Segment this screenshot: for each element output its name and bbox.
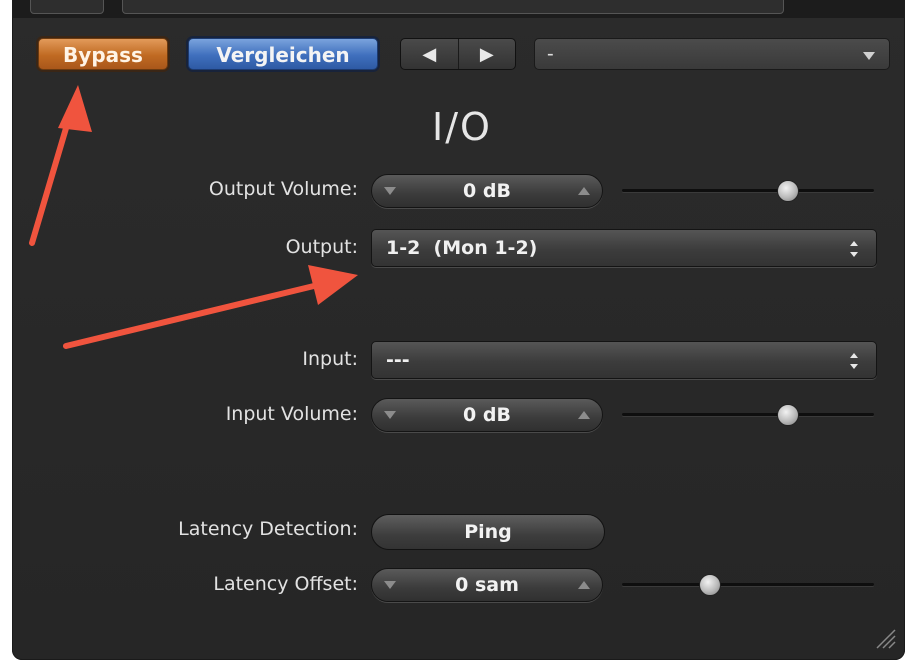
- input-volume-label: Input Volume:: [225, 403, 358, 425]
- input-label: Input:: [302, 348, 358, 370]
- plugin-window: [12, 0, 905, 660]
- preset-dropdown[interactable]: -: [534, 38, 890, 70]
- input-volume-slider[interactable]: [622, 404, 874, 426]
- compare-button[interactable]: Vergleichen: [188, 38, 378, 70]
- output-volume-label: Output Volume:: [208, 178, 358, 200]
- output-label: Output:: [285, 236, 358, 258]
- up-down-arrows-icon: [850, 241, 860, 257]
- output-volume-stepper[interactable]: 0 dB: [371, 174, 603, 208]
- slider-thumb[interactable]: [777, 404, 800, 426]
- ping-button[interactable]: Ping: [371, 514, 605, 550]
- bypass-button[interactable]: Bypass: [38, 38, 168, 70]
- preset-nav-group: ◀ ▶: [400, 38, 516, 70]
- triangle-right-icon: ▶: [479, 44, 494, 64]
- resize-grip-icon[interactable]: [873, 626, 897, 650]
- latency-detection-label: Latency Detection:: [178, 518, 358, 540]
- latency-offset-stepper[interactable]: 0 sam: [371, 568, 603, 602]
- input-value: ---: [386, 349, 410, 371]
- output-volume-slider[interactable]: [622, 180, 874, 202]
- chevron-down-icon: [863, 52, 875, 60]
- output-value: 1-2 (Mon 1-2): [386, 237, 538, 259]
- latency-offset-slider[interactable]: [622, 574, 874, 596]
- up-down-arrows-icon: [850, 353, 860, 369]
- triangle-left-icon: ◀: [422, 44, 437, 64]
- slider-thumb[interactable]: [699, 574, 722, 596]
- output-select[interactable]: 1-2 (Mon 1-2): [371, 229, 877, 267]
- next-preset-button[interactable]: ▶: [457, 39, 516, 69]
- input-volume-stepper[interactable]: 0 dB: [371, 398, 603, 432]
- triangle-down-icon[interactable]: [384, 187, 396, 195]
- preset-value: -: [547, 43, 554, 65]
- top-control-left[interactable]: [30, 0, 104, 14]
- slider-track: [622, 583, 874, 586]
- previous-preset-button[interactable]: ◀: [401, 39, 458, 69]
- slider-track: [622, 413, 874, 416]
- latency-offset-value: 0 sam: [455, 574, 519, 596]
- input-select[interactable]: ---: [371, 341, 877, 379]
- triangle-up-icon[interactable]: [578, 411, 590, 419]
- section-title: I/O: [432, 105, 492, 149]
- latency-offset-label: Latency Offset:: [213, 573, 358, 595]
- input-volume-value: 0 dB: [463, 404, 511, 426]
- triangle-down-icon[interactable]: [384, 581, 396, 589]
- triangle-up-icon[interactable]: [578, 187, 590, 195]
- triangle-down-icon[interactable]: [384, 411, 396, 419]
- slider-track: [622, 189, 874, 192]
- slider-thumb[interactable]: [777, 180, 800, 202]
- triangle-up-icon[interactable]: [578, 581, 590, 589]
- top-control-wide[interactable]: [122, 0, 784, 14]
- top-toolbar-strip: [12, 0, 905, 18]
- output-volume-value: 0 dB: [463, 180, 511, 202]
